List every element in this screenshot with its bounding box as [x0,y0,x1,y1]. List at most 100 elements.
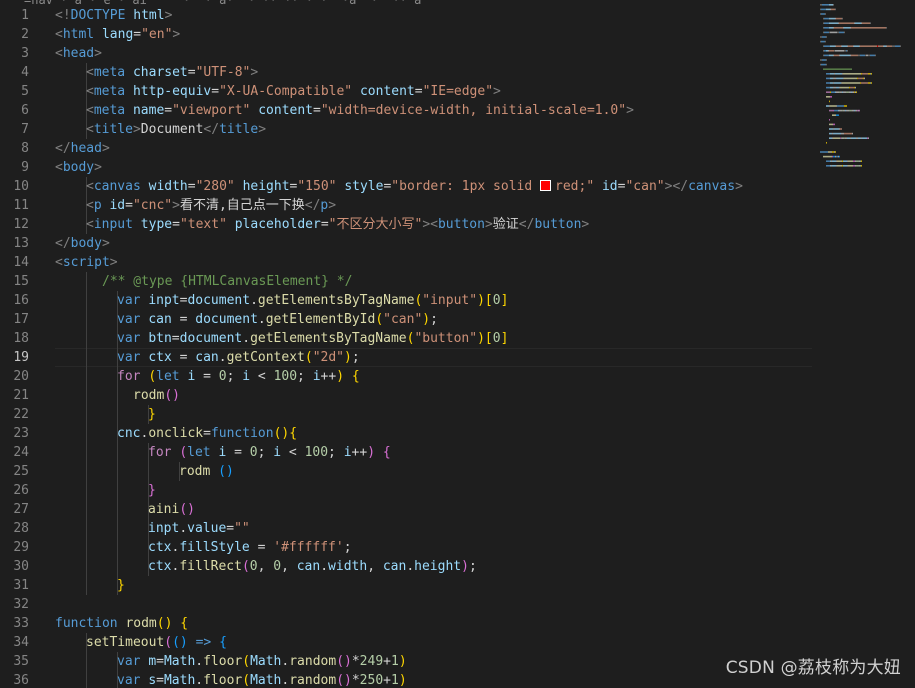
code-token: = [171,312,196,327]
code-line[interactable]: <html lang="en"> [55,25,815,44]
minimap-token [821,63,826,66]
code-line[interactable]: <canvas width="280" height="150" style="… [55,177,815,196]
minimap-token [858,137,861,139]
code-token: width [328,559,368,574]
minimap-token [826,8,830,11]
code-token: html [133,8,165,23]
minimap[interactable] [812,0,915,688]
code-token: > [172,27,181,42]
code-line[interactable]: <meta http-equiv="X-UA-Compatible" conte… [55,82,815,101]
code-token: body [70,236,102,251]
minimap-token [893,45,895,47]
minimap-token [844,27,850,29]
code-line[interactable]: var can = document.getElementById("can")… [55,310,815,329]
minimap-token [856,137,858,139]
minimap-token [843,109,845,112]
code-token: 0 [249,445,258,460]
code-token: i [312,369,321,384]
code-line[interactable]: var ctx = can.getContext("2d"); [55,348,815,367]
code-line[interactable]: cnc.onclick=function(){ [55,424,815,443]
code-token: = [203,426,211,441]
code-token: '#ffffff' [273,540,344,555]
code-line[interactable]: function rodm() { [55,614,815,633]
code-line[interactable]: <input type="text" placeholder="不区分大小写">… [55,215,815,234]
code-token: head [62,46,95,61]
code-token: ) [398,654,407,669]
code-token: = [187,179,196,194]
code-token: let [156,369,188,384]
minimap-token [824,50,826,52]
line-number: 5 [21,84,29,99]
code-token: < [430,217,438,232]
minimap-token [841,82,842,84]
minimap-token [895,45,900,47]
minimap-token [860,165,861,167]
code-line[interactable]: <!DOCTYPE html> [55,6,815,25]
code-line[interactable]: } [55,576,815,595]
code-line[interactable]: <meta name="viewport" content="width=dev… [55,101,815,120]
code-line[interactable]: <p id="cnc">看不清,自己点一下换</p> [55,196,815,215]
code-line[interactable]: <title>Document</title> [55,120,815,139]
code-token: 看不清,自己点一下换 [179,198,305,213]
code-token: > [132,122,141,137]
code-line[interactable]: var m=Math.floor(Math.random()*249+1) [55,652,815,671]
code-line[interactable]: var inpt=document.getElementsByTagName("… [55,291,815,310]
minimap-token [826,86,830,89]
code-token: = [187,65,196,80]
minimap-token [845,109,846,112]
code-line[interactable]: ctx.fillRect(0, 0, can.width, can.height… [55,557,815,576]
code-token: { [289,426,298,441]
code-line[interactable]: aini() [55,500,815,519]
code-token: 0 [492,293,501,308]
code-token: . [242,331,251,346]
minimap-token [863,77,864,80]
code-token: document [187,293,251,308]
code-area[interactable]: <!DOCTYPE html> <html lang="en"> <head> <me… [55,6,815,688]
code-line[interactable]: /** @type {HTMLCanvasElement} */ [55,272,815,291]
code-token: </ [304,198,321,213]
minimap-token [865,54,866,57]
code-line[interactable]: </body> [55,234,815,253]
code-line[interactable]: for (let i = 0; i < 100; i++) { [55,443,815,462]
code-text: ctx.fillStyle = '#ffffff'; [148,540,352,555]
minimap-token [837,160,842,162]
code-line[interactable]: rodm() [55,386,815,405]
code-text: } [148,407,156,422]
minimap-token [838,109,839,112]
code-line[interactable]: rodm () [55,462,815,481]
code-text: for (let i = 0; i < 100; i++) { [148,445,391,460]
minimap-token [829,17,835,20]
minimap-token [830,105,836,107]
minimap-token [836,165,837,167]
code-token: button [437,217,485,232]
code-line[interactable]: <meta charset="UTF-8"> [55,63,815,82]
code-line[interactable]: <body> [55,158,815,177]
line-number: 33 [13,616,29,631]
code-line[interactable]: var btn=document.getElementsByTagName("b… [55,329,815,348]
code-token: ) [477,331,485,346]
code-line[interactable]: ctx.fillStyle = '#ffffff'; [55,538,815,557]
minimap-token [844,132,852,135]
code-token: > [258,122,267,137]
color-swatch-icon[interactable] [540,180,552,191]
code-text: var can = document.getElementById("can")… [117,312,438,327]
code-line[interactable] [55,595,815,614]
code-token: document [195,312,258,327]
minimap-token [830,8,831,11]
minimap-token [868,137,869,139]
code-editor[interactable]: =nav · a · e · ai · · a· · ·· ·· · · ·a … [0,0,915,688]
minimap-token [854,91,855,93]
code-line[interactable]: setTimeout(() => { [55,633,815,652]
code-line[interactable]: var s=Math.floor(Math.random()*250+1) [55,671,815,688]
code-line[interactable]: inpt.value="" [55,519,815,538]
indent-guide [86,443,87,462]
code-line[interactable]: for (let i = 0; i < 100; i++) { [55,367,815,386]
code-token: > [484,217,493,232]
code-line[interactable]: </head> [55,139,815,158]
code-line[interactable]: } [55,481,815,500]
code-line[interactable]: <head> [55,44,815,63]
code-line[interactable]: } [55,405,815,424]
code-line[interactable]: <script> [55,253,815,272]
code-token: ; [343,540,352,555]
minimap-token [835,17,836,20]
